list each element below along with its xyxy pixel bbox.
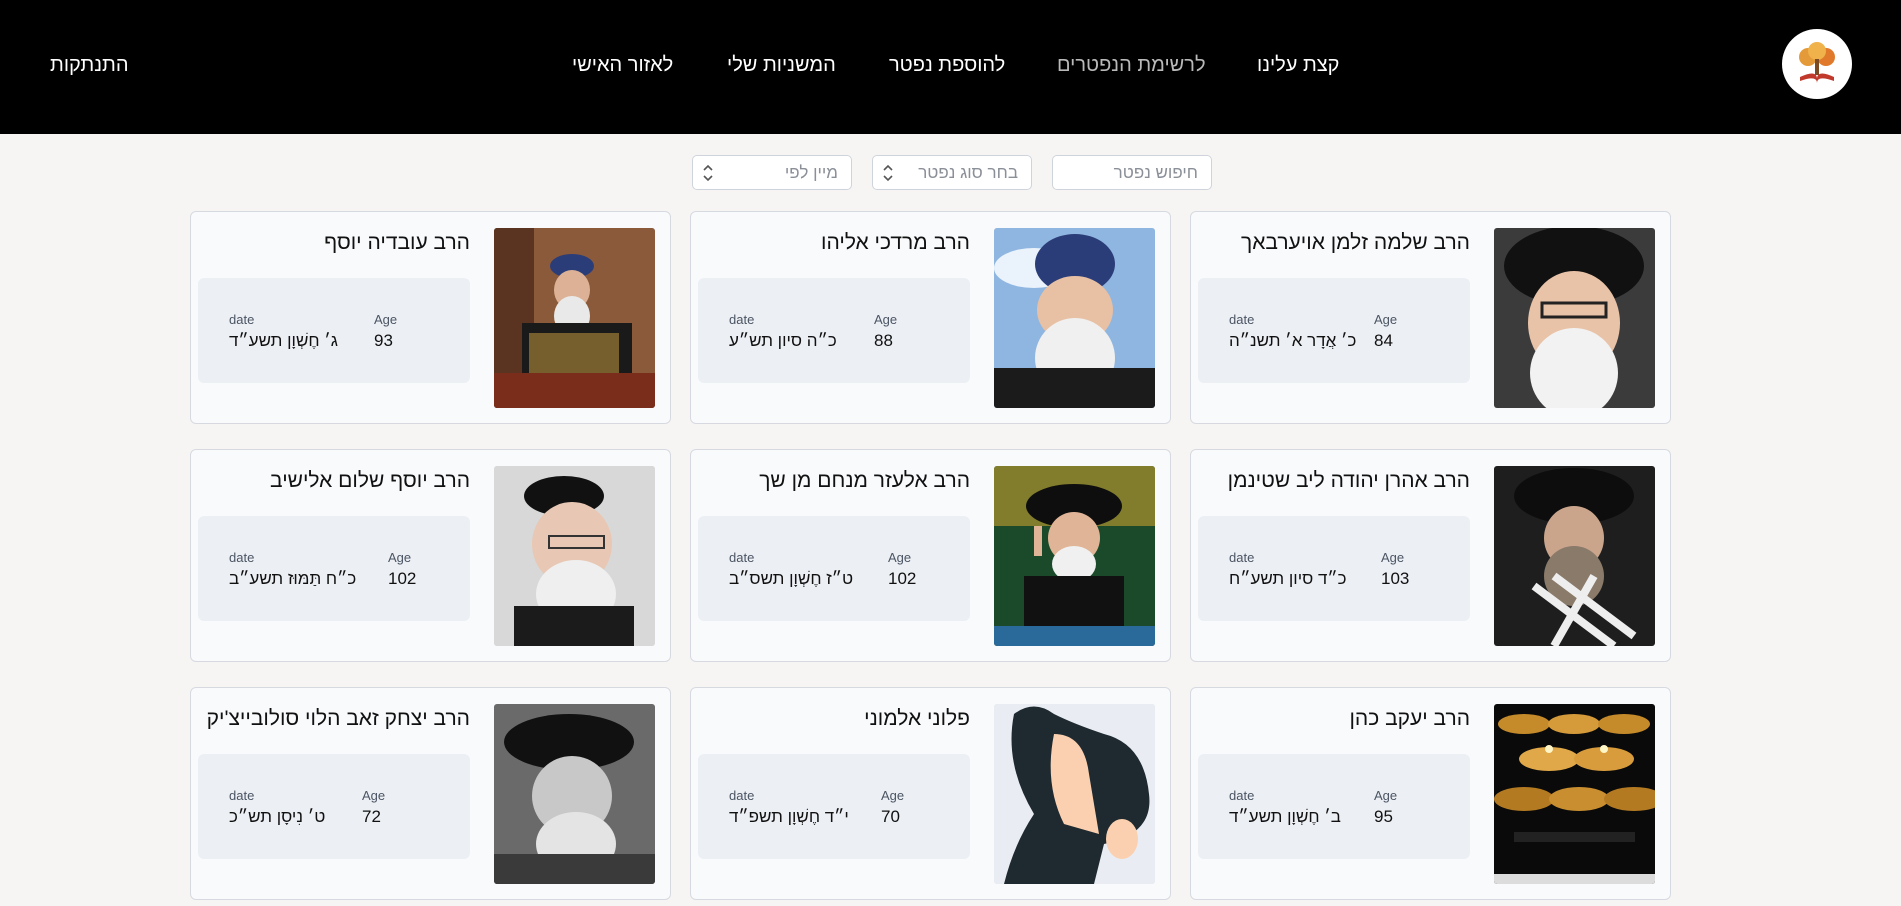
deceased-card[interactable]: הרב עובדיה יוסף Age 93 date ג׳ חֶשְׁוָן תשע״… (190, 211, 671, 424)
date-label: date (229, 550, 255, 565)
deceased-card[interactable]: הרב אהרן יהודה ליב שטינמן Age 103 date כ״ד ס… (1190, 449, 1671, 662)
date-label: date (729, 550, 755, 565)
date-value: ט״ז חֶשְׁוָן תשס״ב (729, 569, 854, 588)
nav-personal-area[interactable]: לאזור האישי (572, 54, 673, 77)
deceased-card[interactable]: הרב יעקב כהן Age 95 date ב׳ חֶשְׁוָן תשע״ד (1190, 687, 1671, 900)
date-label: date (229, 312, 255, 327)
site-logo[interactable] (1782, 29, 1852, 99)
date-value: כ׳ אֲדָר א׳ תשנ״ה (1229, 331, 1357, 350)
deceased-name[interactable]: הרב עובדיה יוסף (324, 231, 470, 255)
deceased-photo[interactable] (994, 228, 1155, 408)
age-value: 93 (374, 331, 393, 350)
deceased-info-box: Age 93 date ג׳ חֶשְׁוָן תשע״ד (198, 278, 470, 383)
sort-select[interactable]: מיין לפי (692, 155, 852, 190)
top-navbar: קצת עלינו לרשימת הנפטרים להוספת נפטר המש… (0, 0, 1901, 134)
deceased-name[interactable]: הרב יצחק זאב הלוי סולובייצ'יק (207, 707, 470, 731)
deceased-photo[interactable] (1494, 704, 1655, 884)
deceased-info-box: Age 95 date ב׳ חֶשְׁוָן תשע״ד (1198, 754, 1470, 859)
deceased-photo[interactable] (494, 228, 655, 408)
age-value: 84 (1374, 331, 1393, 350)
deceased-card[interactable]: הרב שלמה זלמן אויערבאך Age 84 date כ׳ אֲדָר … (1190, 211, 1671, 424)
age-label: Age (1381, 550, 1405, 565)
age-label: Age (888, 550, 912, 565)
portrait-grayscale-hat (494, 704, 655, 884)
deceased-card[interactable]: פלוני אלמוני Age 70 date י״ד חֶשְׁוָן תשפ״ד (690, 687, 1171, 900)
age-label: Age (374, 312, 398, 327)
portrait-tallit (1494, 466, 1655, 646)
deceased-info-box: Age 88 date כ״ה סיון תש״ע (698, 278, 970, 383)
nav-logout[interactable]: התנתקות (50, 54, 129, 77)
age-label: Age (874, 312, 898, 327)
deceased-photo[interactable] (1494, 228, 1655, 408)
memorial-candles (1494, 704, 1655, 884)
date-label: date (729, 312, 755, 327)
date-label: date (729, 788, 755, 803)
deceased-photo[interactable] (494, 466, 655, 646)
type-select-value: בחר סוג נפטר (918, 162, 1018, 182)
portrait-speaking (994, 466, 1155, 646)
nav-deceased-list[interactable]: לרשימת הנפטרים (1057, 54, 1206, 77)
deceased-photo[interactable] (494, 704, 655, 884)
age-value: 102 (388, 569, 417, 588)
portrait-blue-turban (994, 228, 1155, 408)
deceased-photo[interactable] (1494, 466, 1655, 646)
nav-add-deceased[interactable]: להוספת נפטר (889, 54, 1005, 77)
deceased-card[interactable]: הרב אלעזר מנחם מן שך Age 102 date ט״ז חֶשְׁו… (690, 449, 1171, 662)
deceased-info-box: Age 103 date כ״ד סיון תשע״ח (1198, 516, 1470, 621)
deceased-info-box: Age 84 date כ׳ אֲדָר א׳ תשנ״ה (1198, 278, 1470, 383)
age-label: Age (362, 788, 386, 803)
date-label: date (229, 788, 255, 803)
select-chevron-icon (883, 164, 893, 182)
age-label: Age (1374, 312, 1398, 327)
date-value: כ״ה סיון תש״ע (729, 331, 837, 350)
age-label: Age (881, 788, 905, 803)
age-value: 103 (1381, 569, 1410, 588)
sort-select-value: מיין לפי (784, 162, 838, 182)
deceased-name[interactable]: פלוני אלמוני (864, 707, 970, 731)
portrait-kippah-glasses (494, 466, 655, 646)
deceased-info-box: Age 72 date ט׳ נִיסָן תש״כ (198, 754, 470, 859)
deceased-info-box: Age 70 date י״ד חֶשְׁוָן תשפ״ד (698, 754, 970, 859)
age-value: 102 (888, 569, 917, 588)
date-value: ג׳ חֶשְׁוָן תשע״ד (229, 331, 338, 350)
deceased-card[interactable]: הרב מרדכי אליהו Age 88 date כ״ה סיון תש״ע (690, 211, 1171, 424)
date-label: date (1229, 788, 1255, 803)
deceased-card[interactable]: הרב יצחק זאב הלוי סולובייצ'יק Age 72 date ט׳… (190, 687, 671, 900)
deceased-name[interactable]: הרב אהרן יהודה ליב שטינמן (1228, 469, 1470, 493)
deceased-name[interactable]: הרב אלעזר מנחם מן שך (759, 469, 970, 493)
age-label: Age (1374, 788, 1398, 803)
tree-book-logo-icon (1787, 34, 1847, 94)
search-placeholder: חיפוש נפטר (1113, 162, 1198, 182)
portrait-reading-gold-robe (494, 228, 655, 408)
date-value: כ״ד סיון תשע״ח (1229, 569, 1347, 588)
deceased-photo[interactable] (994, 466, 1155, 646)
deceased-info-box: Age 102 date ט״ז חֶשְׁוָן תשס״ב (698, 516, 970, 621)
select-chevron-icon (703, 164, 713, 182)
age-value: 95 (1374, 807, 1393, 826)
date-value: י״ד חֶשְׁוָן תשפ״ד (729, 807, 849, 826)
deceased-name[interactable]: הרב שלמה זלמן אויערבאך (1241, 231, 1470, 255)
portrait-black-hat-smiling (1494, 228, 1655, 408)
deceased-type-select[interactable]: בחר סוג נפטר (872, 155, 1032, 190)
date-label: date (1229, 550, 1255, 565)
deceased-card[interactable]: הרב יוסף שלום אלישיב Age 102 date כ״ח תַּמּו… (190, 449, 671, 662)
date-value: ט׳ נִיסָן תש״כ (229, 807, 326, 826)
age-value: 70 (881, 807, 900, 826)
deceased-photo[interactable] (994, 704, 1155, 884)
age-value: 88 (874, 331, 893, 350)
nav-my-mishnayot[interactable]: המשניות שלי (727, 54, 836, 77)
date-value: ב׳ חֶשְׁוָן תשע״ד (1229, 807, 1341, 826)
age-value: 72 (362, 807, 381, 826)
date-label: date (1229, 312, 1255, 327)
date-value: כ״ח תַּמּוּז תשע״ב (229, 569, 357, 588)
deceased-name[interactable]: הרב מרדכי אליהו (821, 231, 970, 255)
search-input[interactable]: חיפוש נפטר (1052, 155, 1212, 190)
deceased-name[interactable]: הרב יעקב כהן (1349, 707, 1470, 731)
placeholder-avatar (994, 704, 1155, 884)
nav-about[interactable]: קצת עלינו (1257, 54, 1339, 77)
deceased-name[interactable]: הרב יוסף שלום אלישיב (270, 469, 470, 493)
age-label: Age (388, 550, 412, 565)
deceased-info-box: Age 102 date כ״ח תַּמּוּז תשע״ב (198, 516, 470, 621)
